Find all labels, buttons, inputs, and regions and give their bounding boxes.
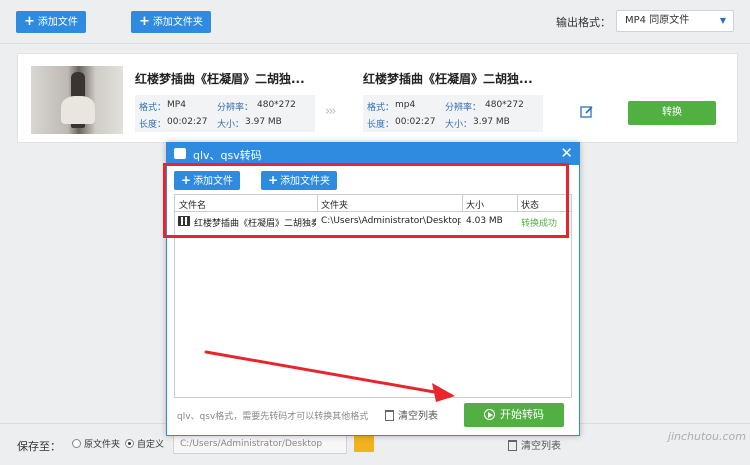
- source-file-name: 红楼梦插曲《枉凝眉》二胡独...: [135, 72, 305, 86]
- output-format-select[interactable]: MP4 同原文件 ▼: [616, 10, 734, 32]
- qlv-qsv-dialog: qlv、qsv转码 ✕ + 添加文件 + 添加文件夹 文件名 文件夹 大小 状态 红…: [166, 142, 580, 436]
- trash-icon: [385, 410, 394, 421]
- clear-list-button[interactable]: 清空列表: [508, 437, 561, 452]
- dialog-clear-list-button[interactable]: 清空列表: [385, 407, 438, 422]
- app-icon: [174, 148, 186, 159]
- source-format: MP4: [167, 100, 186, 110]
- dialog-add-file-button[interactable]: + 添加文件: [174, 171, 241, 190]
- video-file-icon: [178, 216, 190, 226]
- file-table: 文件名 文件夹 大小 状态 红楼梦插曲《枉凝眉》二胡独奏 C:\Users\Ad…: [174, 194, 572, 398]
- file-card: 红楼梦插曲《枉凝眉》二胡独... 格式： MP4 分辨率： 480*272 长度…: [17, 53, 738, 143]
- folder-icon[interactable]: [354, 435, 374, 452]
- target-meta: 格式： mp4 分辨率： 480*272 长度： 00:02:27 大小： 3.…: [363, 95, 543, 132]
- save-to-label: 保存至：: [17, 440, 61, 453]
- close-icon[interactable]: ✕: [560, 144, 573, 162]
- column-header[interactable]: 文件名: [179, 198, 206, 211]
- target-duration: 00:02:27: [395, 117, 436, 127]
- plus-icon: +: [268, 173, 279, 187]
- column-header[interactable]: 大小: [466, 198, 484, 211]
- plus-icon: +: [181, 173, 192, 187]
- dialog-titlebar: qlv、qsv转码 ✕: [167, 143, 579, 165]
- row-status: 转换成功: [521, 219, 558, 229]
- video-thumbnail: [31, 66, 123, 134]
- radio-icon: [72, 439, 81, 448]
- watermark: jinchutou.com: [667, 430, 746, 443]
- trash-icon: [508, 440, 517, 451]
- column-header[interactable]: 文件夹: [321, 198, 348, 211]
- add-file-button[interactable]: + 添加文件: [16, 11, 86, 33]
- dialog-title: qlv、qsv转码: [193, 149, 262, 162]
- chevron-down-icon: ▼: [719, 16, 726, 25]
- target-size: 3.97 MB: [473, 117, 510, 127]
- target-format: mp4: [395, 100, 416, 110]
- radio-selected-icon: [125, 439, 134, 448]
- edit-icon[interactable]: [580, 105, 594, 119]
- target-file-name: 红楼梦插曲《枉凝眉》二胡独...: [363, 72, 533, 86]
- arrow-right-icon: ›››: [325, 104, 337, 119]
- save-path-input[interactable]: C:/Users/Administrator/Desktop: [173, 434, 347, 454]
- convert-button[interactable]: 转换: [628, 101, 716, 125]
- table-header: 文件名 文件夹 大小 状态: [175, 195, 571, 212]
- table-row[interactable]: 红楼梦插曲《枉凝眉》二胡独奏 C:\Users\Administrator\De…: [175, 213, 571, 230]
- dialog-add-folder-button[interactable]: + 添加文件夹: [261, 171, 338, 190]
- radio-custom-folder[interactable]: 自定义: [125, 437, 164, 450]
- plus-icon: +: [24, 14, 35, 29]
- row-folder: C:\Users\Administrator\Desktop: [321, 216, 461, 226]
- output-format-label: 输出格式：: [556, 16, 611, 29]
- play-icon: [484, 409, 495, 420]
- source-size: 3.97 MB: [245, 117, 282, 127]
- source-duration: 00:02:27: [167, 117, 208, 127]
- column-header[interactable]: 状态: [521, 198, 539, 211]
- dialog-hint: qlv、qsv格式，需要先转码才可以转换其他格式: [177, 412, 369, 422]
- target-resolution: 480*272: [485, 100, 524, 110]
- row-size: 4.03 MB: [466, 216, 503, 226]
- top-toolbar: + 添加文件 + 添加文件夹 输出格式： MP4 同原文件 ▼: [0, 0, 750, 44]
- source-resolution: 480*272: [257, 100, 296, 110]
- add-folder-button[interactable]: + 添加文件夹: [131, 11, 211, 33]
- source-meta: 格式： MP4 分辨率： 480*272 长度： 00:02:27 大小： 3.…: [135, 95, 315, 132]
- plus-icon: +: [139, 14, 150, 29]
- start-transcode-button[interactable]: 开始转码: [464, 403, 564, 427]
- row-file-name: 红楼梦插曲《枉凝眉》二胡独奏: [194, 219, 316, 229]
- radio-original-folder[interactable]: 原文件夹: [72, 437, 120, 450]
